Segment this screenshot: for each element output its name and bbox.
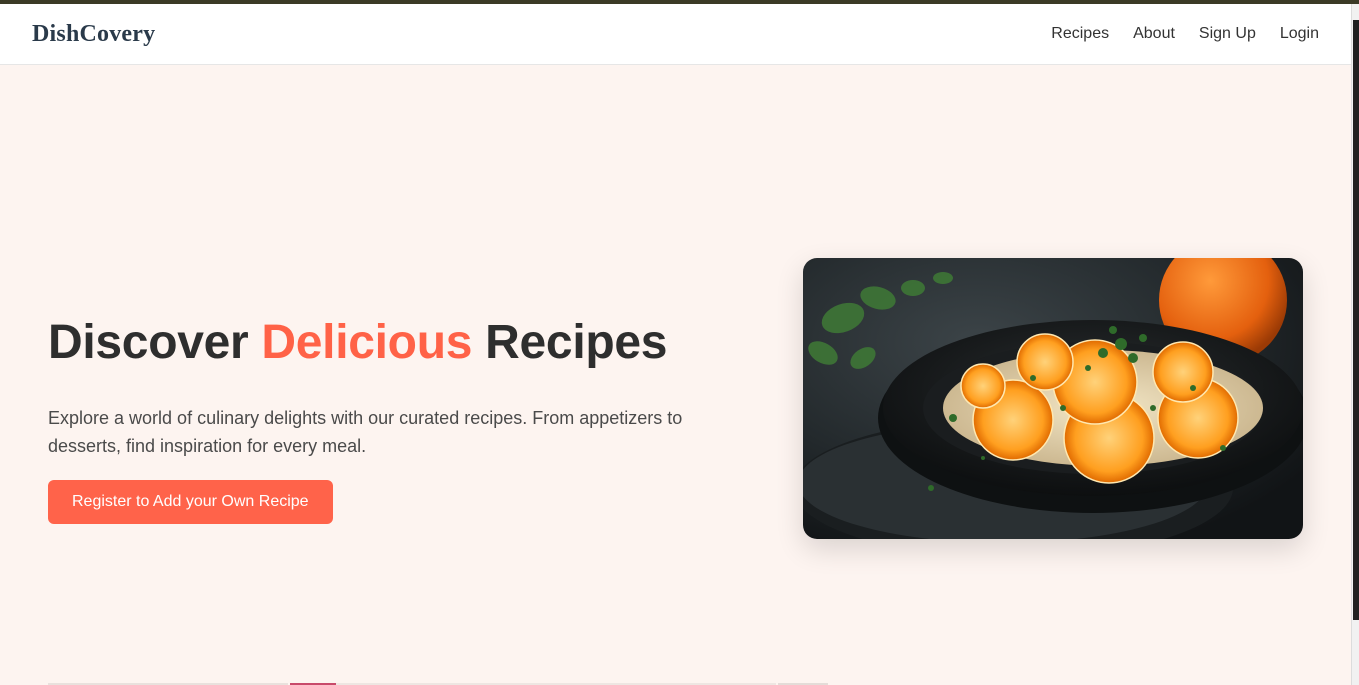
page: DishCovery Recipes About Sign Up Login D… — [0, 4, 1351, 685]
site-header: DishCovery Recipes About Sign Up Login — [0, 4, 1351, 65]
hero-title-accent: Delicious — [261, 316, 473, 369]
nav-item-sign-up[interactable]: Sign Up — [1199, 25, 1256, 43]
nav-item-about[interactable]: About — [1133, 25, 1175, 43]
hero-title-part2: Recipes — [472, 316, 668, 369]
nav-item-login[interactable]: Login — [1280, 25, 1319, 43]
main-nav: Recipes About Sign Up Login — [1051, 25, 1319, 43]
dish-photo-icon — [803, 258, 1303, 539]
bottom-marks — [0, 681, 1351, 685]
hero-section: Discover Delicious Recipes Explore a wor… — [48, 315, 728, 524]
register-button[interactable]: Register to Add your Own Recipe — [48, 480, 333, 524]
scrollbar[interactable] — [1351, 4, 1359, 685]
nav-item-recipes[interactable]: Recipes — [1051, 25, 1109, 43]
hero-title-part1: Discover — [48, 316, 262, 369]
brand-logo[interactable]: DishCovery — [32, 21, 155, 48]
hero-title: Discover Delicious Recipes — [48, 315, 728, 371]
scrollbar-thumb[interactable] — [1353, 20, 1359, 620]
hero-image — [803, 258, 1303, 539]
hero-description: Explore a world of culinary delights wit… — [48, 408, 683, 456]
